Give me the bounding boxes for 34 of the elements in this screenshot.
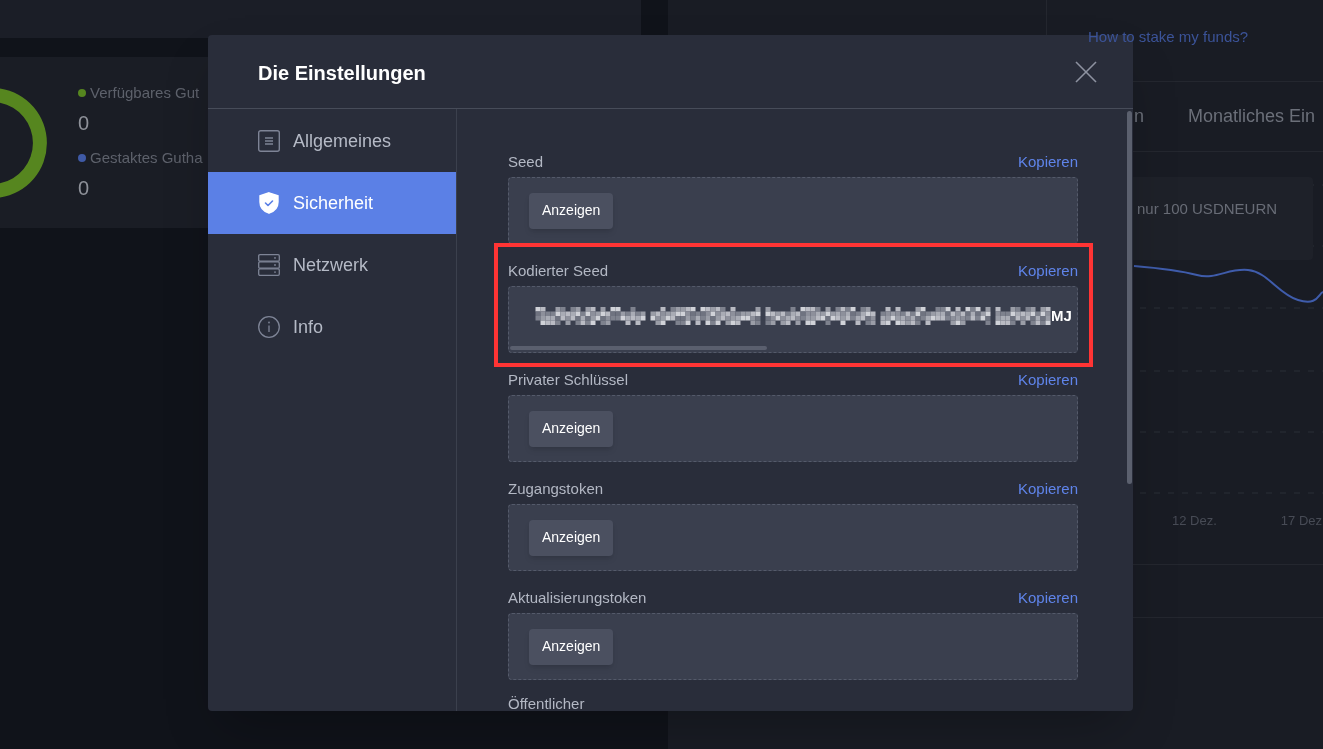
legend-label: Verfügbares Gut (90, 84, 200, 102)
show-button[interactable]: Anzeigen (529, 192, 614, 229)
copy-link[interactable]: Kopieren (1017, 477, 1078, 501)
balance-value: 0 (78, 111, 91, 135)
show-button[interactable]: Anzeigen (529, 628, 614, 665)
sidebar-item[interactable]: Allgemeines (208, 110, 456, 172)
copy-link[interactable]: Kopieren (1017, 150, 1078, 174)
field-label: Seed (508, 151, 544, 172)
shield-check-icon (259, 192, 279, 214)
copy-link[interactable]: Kopieren (1017, 259, 1078, 283)
promo-text: nur 100 USDNEURN (1137, 200, 1278, 217)
sidebar-item[interactable]: Netzwerk (208, 234, 456, 296)
help-link[interactable]: How to stake my funds? (1088, 28, 1249, 46)
server-icon (258, 254, 280, 276)
sidebar-item[interactable]: Sicherheit (208, 172, 456, 234)
list-icon (258, 130, 280, 152)
field-label: Aktualisierungstoken (508, 587, 647, 608)
close-icon[interactable] (1075, 60, 1097, 83)
field-value: MJ (1051, 305, 1072, 326)
copy-link[interactable]: Kopieren (1017, 368, 1078, 392)
sidebar-item[interactable]: Info (208, 296, 456, 358)
field-label: Öffentlicher (508, 697, 586, 711)
field-label: Kodierter Seed (508, 260, 609, 281)
show-button[interactable]: Anzeigen (529, 519, 614, 556)
tab[interactable]: n (1134, 103, 1144, 130)
legend-label: Gestaktes Gutha (90, 149, 203, 167)
tab[interactable]: Monatliches Ein (1188, 103, 1316, 130)
info-icon (258, 316, 280, 338)
dialog-title: Die Einstellungen (258, 60, 426, 85)
show-button[interactable]: Anzeigen (529, 410, 614, 447)
field-label: Privater Schlüssel (508, 369, 629, 390)
balance-value: 0 (78, 176, 91, 200)
field-label: Zugangstoken (508, 478, 604, 499)
copy-link[interactable]: Kopieren (1017, 586, 1078, 610)
